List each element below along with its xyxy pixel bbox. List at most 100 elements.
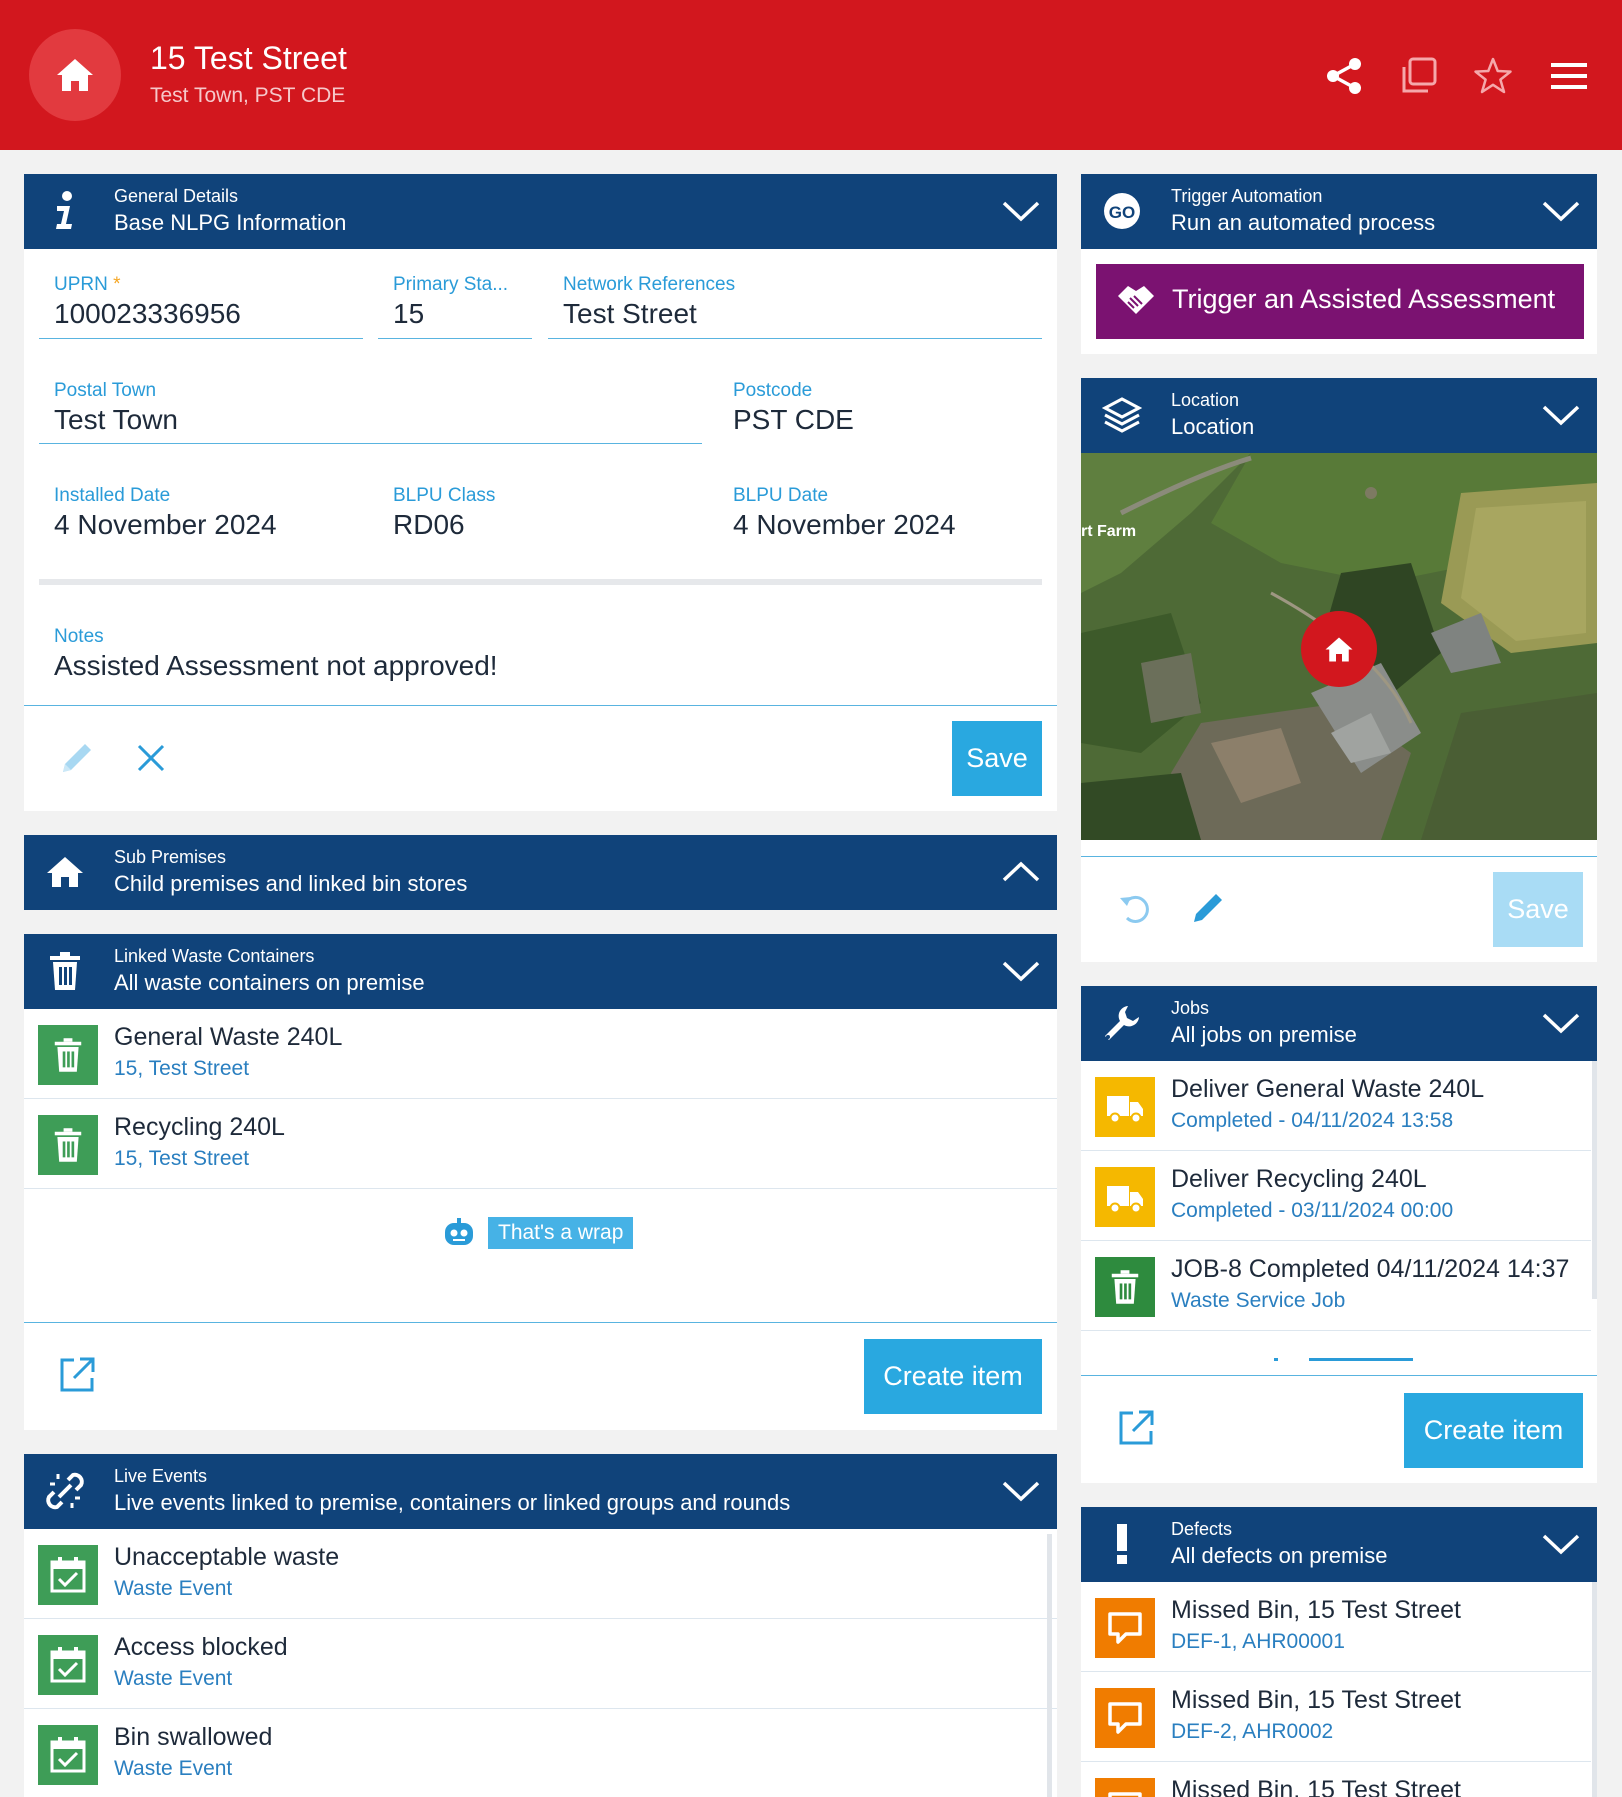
- list-item-subtitle: DEF-2, AHR0002: [1171, 1720, 1334, 1743]
- notes-field[interactable]: Notes Assisted Assessment not approved!: [54, 626, 498, 682]
- location-header[interactable]: Location Location: [1081, 378, 1597, 453]
- calendar-check-icon: [50, 1647, 86, 1683]
- home-button[interactable]: [29, 29, 121, 121]
- list-item-title: Missed Bin, 15 Test Street: [1171, 1596, 1461, 1624]
- sub-premises-icon-wrap: [42, 849, 88, 895]
- chevron-down-icon: [1002, 961, 1040, 982]
- scrollbar[interactable]: [1592, 1061, 1597, 1299]
- info-icon-wrap: [42, 188, 88, 234]
- go-icon: GO: [1104, 193, 1140, 229]
- favourite-button[interactable]: [1467, 50, 1519, 102]
- collapse-toggle[interactable]: [1541, 194, 1581, 228]
- collapse-toggle[interactable]: [1001, 954, 1041, 988]
- comment-icon: [1108, 1792, 1142, 1797]
- list-item-subtitle: Waste Event: [114, 1667, 233, 1690]
- share-icon: [1327, 58, 1361, 94]
- collapse-toggle[interactable]: [1541, 398, 1581, 432]
- list-item[interactable]: Missed Bin, 15 Test Street DEF-2, AHR000…: [1081, 1672, 1591, 1762]
- network-field[interactable]: Network References Test Street: [563, 274, 735, 330]
- collapse-toggle[interactable]: [1541, 1527, 1581, 1561]
- panel-subtitle: Live events linked to premise, container…: [114, 1490, 791, 1515]
- satellite-map[interactable]: rt Farm: [1081, 453, 1597, 840]
- collapse-toggle[interactable]: [1541, 1006, 1581, 1040]
- panel-subtitle: Location: [1171, 414, 1255, 439]
- blpu-class-field[interactable]: BLPU Class RD06: [393, 485, 495, 541]
- general-details-header[interactable]: General Details Base NLPG Information: [24, 174, 1057, 249]
- defects-header[interactable]: Defects All defects on premise: [1081, 1507, 1597, 1582]
- list-item-title: Deliver Recycling 240L: [1171, 1165, 1427, 1193]
- wrench-icon-wrap: [1099, 1000, 1145, 1046]
- menu-button[interactable]: [1543, 50, 1595, 102]
- svg-text:GO: GO: [1109, 203, 1135, 222]
- container-icon-tile: [38, 1025, 98, 1085]
- duplicate-button[interactable]: [1392, 50, 1444, 102]
- save-button[interactable]: Save: [952, 721, 1042, 796]
- installed-date-field[interactable]: Installed Date 4 November 2024: [54, 485, 277, 541]
- automation-header[interactable]: GO Trigger Automation Run an automated p…: [1081, 174, 1597, 249]
- reset-location-button[interactable]: [1114, 886, 1158, 930]
- location-panel: Location Location rt Farm Save: [1081, 378, 1597, 962]
- list-item[interactable]: Deliver Recycling 240L Completed - 03/11…: [1081, 1151, 1591, 1241]
- cancel-button[interactable]: [129, 736, 173, 780]
- list-item[interactable]: Missed Bin, 15 Test Street: [1081, 1762, 1591, 1797]
- premise-map-marker[interactable]: [1301, 611, 1377, 687]
- network-underline: [548, 338, 1042, 339]
- uprn-underline: [39, 338, 363, 339]
- list-item[interactable]: JOB-8 Completed 04/11/2024 14:37 Waste S…: [1081, 1241, 1591, 1331]
- waste-containers-header[interactable]: Linked Waste Containers All waste contai…: [24, 934, 1057, 1009]
- broken-link-icon: [46, 1472, 84, 1510]
- save-location-button[interactable]: Save: [1493, 872, 1583, 947]
- list-item[interactable]: Deliver General Waste 240L Completed - 0…: [1081, 1061, 1591, 1151]
- postal-town-value: Test Town: [54, 404, 178, 435]
- list-item[interactable]: Bin swallowed Waste Event: [24, 1709, 1057, 1797]
- list-item[interactable]: Unacceptable waste Waste Event: [24, 1529, 1057, 1619]
- job-icon-tile: [1095, 1167, 1155, 1227]
- bin-icon: [54, 1128, 82, 1162]
- list-item[interactable]: Missed Bin, 15 Test Street DEF-1, AHR000…: [1081, 1582, 1591, 1672]
- primary-field[interactable]: Primary Sta... 15: [393, 274, 508, 330]
- share-button[interactable]: [1318, 50, 1370, 102]
- external-link-icon: [60, 1357, 95, 1392]
- primary-value: 15: [393, 298, 425, 329]
- edit-button[interactable]: [55, 736, 99, 780]
- list-item-title: Missed Bin, 15 Test Street: [1171, 1776, 1461, 1797]
- primary-label: Primary Sta...: [393, 274, 509, 295]
- collapse-toggle[interactable]: [1001, 1474, 1041, 1508]
- list-item[interactable]: General Waste 240L 15, Test Street: [24, 1009, 1057, 1099]
- wrap-message: That's a wrap: [488, 1217, 634, 1249]
- postcode-field[interactable]: Postcode PST CDE: [733, 380, 854, 436]
- blpu-date-field[interactable]: BLPU Date 4 November 2024: [733, 485, 956, 541]
- info-icon: [56, 191, 72, 229]
- scrollbar[interactable]: [1047, 1534, 1052, 1797]
- pencil-icon: [1194, 894, 1222, 922]
- list-item[interactable]: Recycling 240L 15, Test Street: [24, 1099, 1057, 1189]
- scrollbar[interactable]: [1592, 1582, 1597, 1797]
- sub-premises-header[interactable]: Sub Premises Child premises and linked b…: [24, 835, 1057, 910]
- create-item-button[interactable]: Create item: [1404, 1393, 1583, 1468]
- chevron-down-icon: [1542, 201, 1580, 222]
- open-external-button[interactable]: [55, 1353, 99, 1397]
- menu-icon: [1551, 63, 1587, 89]
- broken-link-icon-wrap: [42, 1468, 88, 1514]
- create-item-button[interactable]: Create item: [864, 1339, 1042, 1414]
- go-icon-wrap: GO: [1099, 188, 1145, 234]
- postal-town-field[interactable]: Postal Town Test Town: [54, 380, 178, 436]
- jobs-header[interactable]: Jobs All jobs on premise: [1081, 986, 1597, 1061]
- list-item[interactable]: Access blocked Waste Event: [24, 1619, 1057, 1709]
- uprn-field[interactable]: UPRN * 100023336956: [54, 274, 241, 330]
- loading-dot: [1274, 1358, 1278, 1361]
- live-events-header[interactable]: Live Events Live events linked to premis…: [24, 1454, 1057, 1529]
- app-header: 15 Test Street Test Town, PST CDE: [0, 0, 1622, 150]
- list-item-title: Deliver General Waste 240L: [1171, 1075, 1485, 1103]
- edit-location-button[interactable]: [1186, 886, 1230, 930]
- trigger-assessment-button[interactable]: Trigger an Assisted Assessment: [1096, 264, 1584, 339]
- comment-icon: [1108, 1702, 1142, 1734]
- collapse-toggle[interactable]: [1001, 194, 1041, 228]
- truck-icon: [1107, 1186, 1143, 1214]
- open-external-button[interactable]: [1114, 1406, 1158, 1450]
- chevron-up-icon: [1002, 861, 1040, 882]
- close-icon: [137, 744, 165, 772]
- calendar-check-icon: [50, 1737, 86, 1773]
- chevron-down-icon: [1002, 201, 1040, 222]
- collapse-toggle[interactable]: [1001, 855, 1041, 889]
